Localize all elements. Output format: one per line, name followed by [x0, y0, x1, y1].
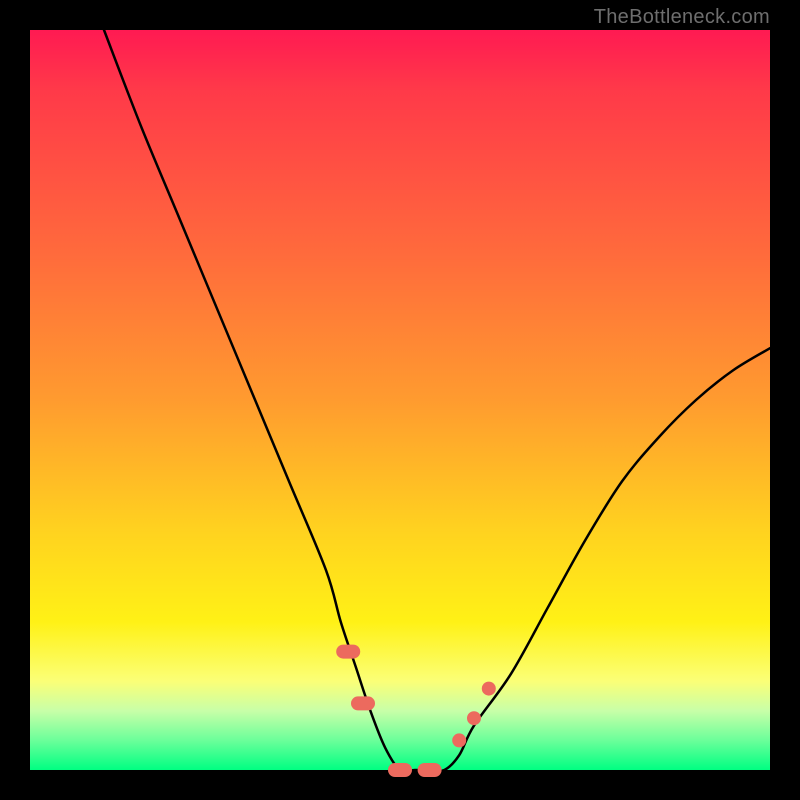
chart-frame: TheBottleneck.com	[0, 0, 800, 800]
chart-svg	[30, 30, 770, 770]
watermark-text: TheBottleneck.com	[594, 6, 770, 29]
marker-right-cluster-1	[452, 733, 466, 747]
data-markers	[336, 645, 496, 777]
bottleneck-curve-line	[104, 30, 770, 772]
marker-floor-1	[388, 763, 412, 777]
plot-area	[30, 30, 770, 770]
marker-left-cluster-1	[336, 645, 360, 659]
curve-path	[104, 30, 770, 772]
marker-right-cluster-2	[467, 711, 481, 725]
marker-right-cluster-3	[482, 682, 496, 696]
marker-left-cluster-2	[351, 696, 375, 710]
marker-floor-2	[418, 763, 442, 777]
